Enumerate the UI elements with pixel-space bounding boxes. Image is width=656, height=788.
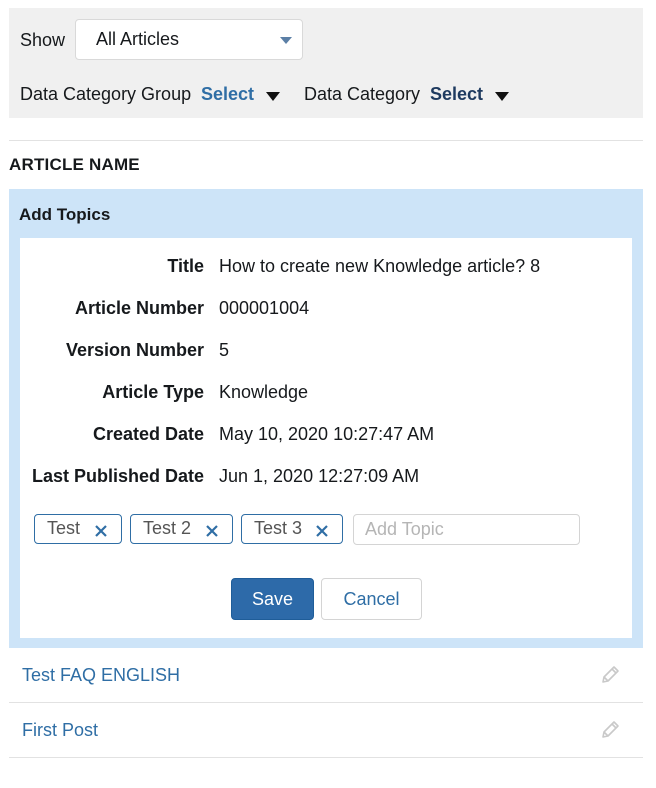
field-value: How to create new Knowledge article? 8 bbox=[219, 256, 541, 276]
data-category-group-label: Data Category Group bbox=[20, 84, 192, 104]
article-link[interactable]: Test FAQ ENGLISH bbox=[22, 665, 180, 686]
caret-down-icon bbox=[280, 37, 292, 44]
close-icon[interactable] bbox=[314, 523, 330, 539]
topic-pill-label: Test 3 bbox=[254, 518, 303, 538]
field-label: Last Published Date bbox=[31, 466, 204, 486]
field-version-number: Version Number 5 bbox=[20, 340, 632, 364]
close-icon[interactable] bbox=[204, 523, 220, 539]
field-value: May 10, 2020 10:27:47 AM bbox=[219, 424, 435, 444]
topic-pill: Test 2 bbox=[130, 514, 233, 544]
show-label: Show bbox=[20, 30, 66, 50]
field-label: Version Number bbox=[65, 340, 204, 360]
field-article-type: Article Type Knowledge bbox=[20, 382, 632, 406]
data-category-select[interactable]: Select bbox=[430, 84, 483, 105]
topic-pill-label: Test bbox=[47, 518, 81, 538]
list-item: First Post bbox=[9, 703, 643, 758]
data-category-label: Data Category bbox=[304, 84, 421, 104]
field-title: Title How to create new Knowledge articl… bbox=[20, 256, 632, 280]
field-label: Article Type bbox=[102, 382, 204, 402]
data-category-group-select[interactable]: Select bbox=[201, 84, 254, 105]
article-name-column-header: ARTICLE NAME bbox=[9, 155, 140, 174]
field-created-date: Created Date May 10, 2020 10:27:47 AM bbox=[20, 424, 632, 448]
field-value: Knowledge bbox=[219, 382, 309, 402]
show-select-value: All Articles bbox=[96, 29, 180, 49]
list-item: Test FAQ ENGLISH bbox=[9, 648, 643, 703]
field-value: 5 bbox=[219, 340, 230, 360]
divider bbox=[9, 140, 643, 141]
topic-pill-label: Test 2 bbox=[143, 518, 192, 538]
filter-panel: Show All Articles Data Category Group Se… bbox=[9, 8, 643, 118]
add-topics-title: Add Topics bbox=[19, 205, 111, 224]
field-last-published-date: Last Published Date Jun 1, 2020 12:27:09… bbox=[20, 466, 632, 490]
field-label: Title bbox=[167, 256, 204, 276]
pencil-icon[interactable] bbox=[599, 719, 621, 741]
add-topic-input[interactable] bbox=[353, 514, 580, 545]
caret-down-icon[interactable] bbox=[495, 92, 509, 101]
caret-down-icon[interactable] bbox=[266, 92, 280, 101]
pencil-icon[interactable] bbox=[599, 664, 621, 686]
field-value: 000001004 bbox=[219, 298, 310, 318]
show-select[interactable]: All Articles bbox=[75, 19, 303, 60]
field-label: Article Number bbox=[74, 298, 204, 318]
article-details-card: Title How to create new Knowledge articl… bbox=[20, 238, 632, 638]
add-topics-panel: Add Topics Title How to create new Knowl… bbox=[9, 189, 643, 648]
topic-pill: Test bbox=[34, 514, 122, 544]
field-article-number: Article Number 000001004 bbox=[20, 298, 632, 322]
field-label: Created Date bbox=[92, 424, 204, 444]
cancel-button[interactable]: Cancel bbox=[321, 578, 422, 620]
field-value: Jun 1, 2020 12:27:09 AM bbox=[219, 466, 420, 486]
topic-pill: Test 3 bbox=[241, 514, 343, 544]
close-icon[interactable] bbox=[93, 523, 109, 539]
save-button[interactable]: Save bbox=[231, 578, 314, 620]
article-link[interactable]: First Post bbox=[22, 720, 98, 741]
